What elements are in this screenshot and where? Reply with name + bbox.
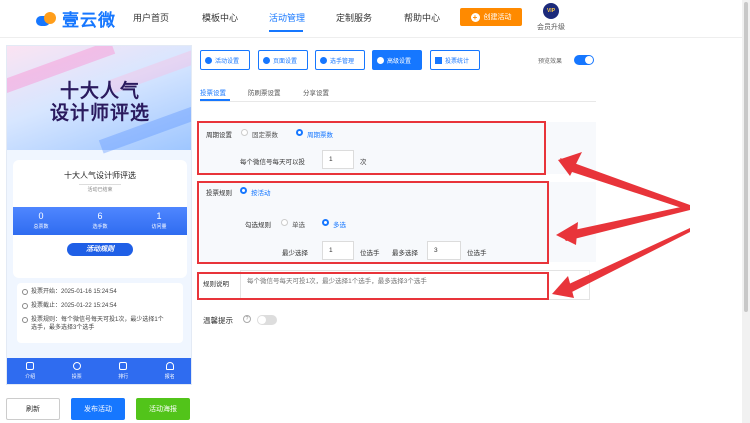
info-start: 投票开始：2025-01-16 15:24:54 [22, 288, 178, 296]
divider [200, 101, 596, 102]
tab-label: 报名 [164, 374, 175, 380]
bar-chart-icon [435, 56, 442, 64]
tool-label: 活动设置 [215, 58, 240, 65]
logo[interactable]: 壹云微 [36, 6, 116, 31]
tab-signup[interactable]: 报名 [147, 358, 192, 384]
stats-bar: 0 总票数 6 选手数 1 访问量 [13, 207, 187, 235]
nav-help[interactable]: 帮助中心 [404, 11, 440, 24]
settings-icon [377, 56, 384, 64]
tab-vote[interactable]: 投票 [54, 358, 101, 384]
info-end-text: 投票截止：2025-01-22 15:24:54 [31, 303, 117, 309]
stat-visits: 1 访问量 [139, 211, 179, 230]
tab-label: 排行 [118, 374, 129, 380]
create-activity-button[interactable]: + 创建活动 [460, 8, 522, 26]
vote-icon [72, 362, 81, 370]
poster-button[interactable]: 活动海报 [136, 398, 190, 420]
chart-icon [119, 362, 128, 370]
tool-advanced-settings[interactable]: 高级设置 [372, 50, 422, 70]
activity-title: 十大人气设计师评选 [64, 171, 136, 180]
vip-label: 会员升级 [537, 24, 565, 31]
tip-toggle[interactable] [257, 315, 277, 325]
banner-title-line2: 设计师评选 [49, 103, 150, 124]
activity-status: 活动已结束 [79, 184, 121, 194]
nav-home[interactable]: 用户首页 [133, 11, 169, 24]
tool-vote-stats[interactable]: 投票统计 [430, 50, 480, 70]
tool-label: 页面设置 [273, 58, 298, 65]
rules-pill[interactable]: 活动规则 [67, 243, 133, 256]
highlight-vote-rule [197, 181, 549, 264]
tab-rank[interactable]: 排行 [100, 358, 147, 384]
logo-icon [36, 10, 58, 28]
refresh-button[interactable]: 刷新 [6, 398, 60, 420]
tool-label: 选手管理 [330, 58, 355, 65]
tab-label: 介绍 [25, 374, 36, 380]
tip-label: 温馨提示 [203, 316, 233, 325]
info-icon [22, 317, 28, 323]
stat-value: 0 [38, 211, 44, 221]
scrollbar-thumb[interactable] [744, 2, 748, 312]
tool-label: 高级设置 [387, 58, 412, 65]
phone-preview: 十大人气 设计师评选 十大人气设计师评选 活动已结束 0 总票数 6 选手数 1… [6, 45, 192, 385]
help-icon[interactable]: ? [243, 315, 251, 323]
subtab-vote-settings[interactable]: 投票设置 [200, 87, 226, 97]
highlight-description [197, 272, 549, 300]
tool-label: 投票统计 [445, 58, 470, 65]
publish-button[interactable]: 发布活动 [71, 398, 125, 420]
highlight-period [197, 121, 546, 175]
logo-text: 壹云微 [62, 11, 116, 30]
users-icon [320, 56, 327, 64]
stat-label: 访问量 [151, 224, 167, 230]
nav-custom[interactable]: 定制服务 [336, 11, 372, 24]
user-icon [165, 362, 174, 370]
stat-total-votes: 0 总票数 [21, 211, 61, 230]
create-activity-label: 创建活动 [483, 14, 512, 21]
info-rule: 投票规则：每个微信号每天可投1次，最少选择1个 选手，最多选择3个选手 [22, 316, 178, 332]
vip-icon: VIP [543, 3, 559, 19]
preview-label: 预览效果 [538, 59, 563, 65]
subtab-share[interactable]: 分享设置 [303, 87, 329, 97]
vote-info: 投票开始：2025-01-16 15:24:54 投票截止：2025-01-22… [17, 283, 183, 343]
activity-card: 十大人气设计师评选 活动已结束 0 总票数 6 选手数 1 访问量 活动规则 [13, 160, 187, 278]
stat-label: 总票数 [33, 224, 49, 230]
stat-value: 6 [97, 211, 103, 221]
stat-players: 6 选手数 [80, 211, 120, 230]
subtab-anti-cheat[interactable]: 防刷票设置 [248, 87, 281, 97]
info-rule-line2: 选手，最多选择3个选手 [31, 325, 95, 331]
top-navbar: 壹云微 用户首页 模板中心 活动管理 定制服务 帮助中心 + 创建活动 VIP … [0, 0, 742, 38]
tab-label: 投票 [71, 374, 82, 380]
banner: 十大人气 设计师评选 [7, 46, 191, 154]
page-icon [263, 56, 270, 64]
preview-toggle[interactable] [574, 55, 594, 65]
tab-intro[interactable]: 介绍 [7, 358, 54, 384]
tool-player-management[interactable]: 选手管理 [315, 50, 365, 70]
document-icon [26, 362, 35, 370]
gear-icon [205, 56, 212, 64]
stat-value: 1 [156, 211, 162, 221]
info-start-text: 投票开始：2025-01-16 15:24:54 [31, 289, 117, 295]
nav-activity[interactable]: 活动管理 [269, 11, 305, 24]
phone-tabbar: 介绍 投票 排行 报名 [7, 358, 192, 384]
stat-label: 选手数 [92, 224, 108, 230]
info-rule-line1: 投票规则：每个微信号每天可投1次，最少选择1个 [31, 317, 164, 323]
tool-page-settings[interactable]: 页面设置 [258, 50, 308, 70]
clock-icon [22, 289, 28, 295]
nav-active-indicator [269, 30, 303, 32]
info-end: 投票截止：2025-01-22 15:24:54 [22, 302, 178, 310]
tool-activity-settings[interactable]: 活动设置 [200, 50, 250, 70]
clock-icon [22, 303, 28, 309]
nav-templates[interactable]: 模板中心 [202, 11, 238, 24]
vip-upgrade[interactable]: VIP 会员升级 [533, 3, 569, 32]
plus-icon: + [470, 12, 480, 22]
